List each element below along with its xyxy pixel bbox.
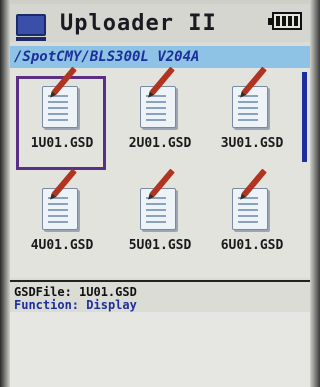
function-value: Display: [86, 298, 137, 312]
document-edit-icon: [42, 66, 78, 128]
function-row: Function: Display: [14, 299, 306, 312]
battery-bar: [276, 16, 280, 26]
file-item[interactable]: 1U01.GSD: [14, 66, 110, 172]
device-screen: Uploader II /SpotCMY/BLS300L V204A 1U01.…: [10, 4, 310, 387]
file-label: 2U01.GSD: [128, 136, 192, 151]
battery-full-icon: [268, 12, 302, 30]
app-title: Uploader II: [60, 11, 217, 36]
battery-bar: [288, 16, 292, 26]
battery-bar: [294, 16, 298, 26]
file-label: 3U01.GSD: [220, 136, 284, 151]
document-edit-icon: [232, 168, 268, 230]
file-item[interactable]: 4U01.GSD: [14, 168, 110, 274]
monitor-icon: [16, 14, 46, 41]
file-item[interactable]: 2U01.GSD: [112, 66, 208, 172]
document-edit-icon: [140, 66, 176, 128]
title-bar: Uploader II: [10, 4, 310, 42]
divider: [10, 280, 310, 282]
file-item[interactable]: 3U01.GSD: [204, 66, 300, 172]
file-label: 1U01.GSD: [30, 136, 94, 151]
gsd-file-label: GSDFile:: [14, 285, 72, 299]
document-edit-icon: [232, 66, 268, 128]
document-edit-icon: [42, 168, 78, 230]
file-item[interactable]: 6U01.GSD: [204, 168, 300, 274]
document-edit-icon: [140, 168, 176, 230]
file-label: 6U01.GSD: [220, 238, 284, 253]
file-grid: 1U01.GSD 2U01.GSD 3U01.GSD 4U01.GSD 5U01…: [10, 66, 310, 278]
gsd-file-value: 1U01.GSD: [79, 285, 137, 299]
info-panel: GSDFile: 1U01.GSD Function: Display: [14, 286, 306, 312]
function-label: Function:: [14, 298, 80, 312]
file-label: 4U01.GSD: [30, 238, 94, 253]
file-label: 5U01.GSD: [128, 238, 192, 253]
scrollbar[interactable]: [302, 72, 307, 162]
empty-panel: [10, 312, 310, 387]
file-item[interactable]: 5U01.GSD: [112, 168, 208, 274]
battery-bar: [282, 16, 286, 26]
path-bar: /SpotCMY/BLS300L V204A: [10, 46, 310, 68]
path-text: /SpotCMY/BLS300L V204A: [14, 49, 200, 65]
